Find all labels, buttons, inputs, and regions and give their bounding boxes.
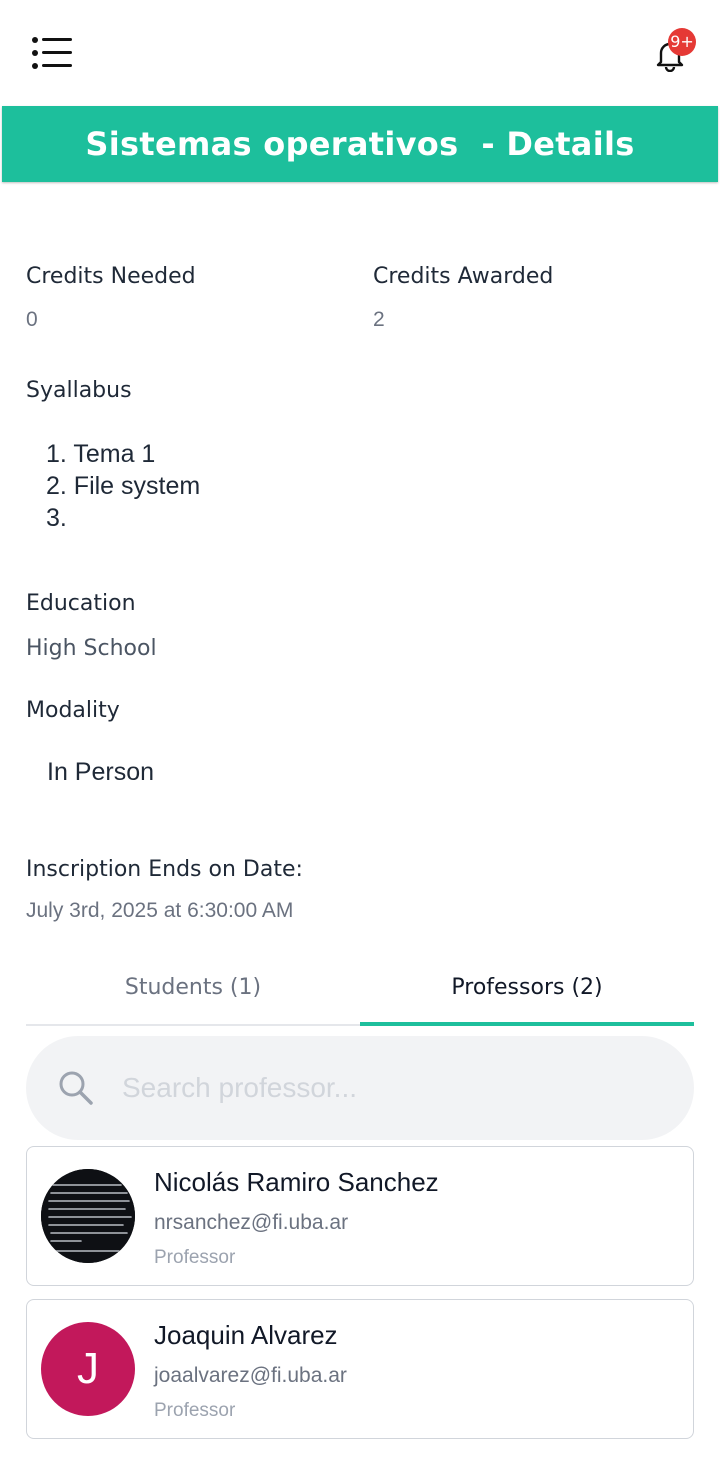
professor-name: Joaquin Alvarez (154, 1320, 338, 1350)
professor-card[interactable]: J Joaquin Alvarez joaalvarez@fi.uba.ar P… (26, 1299, 694, 1439)
credits-needed-value: 0 (26, 308, 38, 331)
professor-email: joaalvarez@fi.uba.ar (154, 1364, 347, 1387)
avatar-photo (41, 1169, 135, 1263)
credits-needed-label: Credits Needed (26, 264, 196, 289)
syllabus-item: 2. File system (46, 472, 201, 500)
professor-role: Professor (154, 1400, 236, 1421)
top-bar: 9+ (0, 0, 720, 104)
notifications-button[interactable]: 9+ (652, 28, 696, 74)
page-title: Sistemas operativos - Details (85, 125, 635, 163)
modality-value: In Person (47, 758, 155, 786)
people-tabs: Students (1) Professors (2) (26, 960, 694, 1026)
search-bar (26, 1036, 694, 1140)
education-label: Education (26, 591, 136, 616)
professor-email: nrsanchez@fi.uba.ar (154, 1211, 349, 1234)
syllabus-label: Syallabus (26, 378, 132, 403)
notification-badge: 9+ (668, 28, 696, 56)
syllabus-item: 1. Tema 1 (46, 440, 156, 468)
search-input[interactable] (122, 1062, 662, 1114)
avatar (41, 1169, 135, 1263)
professor-role: Professor (154, 1247, 236, 1268)
credits-awarded-label: Credits Awarded (373, 264, 554, 289)
inscription-date: July 3rd, 2025 at 6:30:00 AM (26, 899, 294, 922)
education-value: High School (26, 636, 157, 661)
credits-awarded-value: 2 (373, 308, 385, 331)
tab-students[interactable]: Students (1) (26, 960, 360, 1024)
page-title-banner: Sistemas operativos - Details (2, 106, 718, 182)
syllabus-item: 3. (46, 504, 67, 532)
active-tab-indicator (360, 1022, 694, 1026)
professor-name: Nicolás Ramiro Sanchez (154, 1167, 439, 1197)
menu-icon[interactable] (30, 36, 74, 70)
avatar: J (41, 1322, 135, 1416)
inscription-label: Inscription Ends on Date: (26, 857, 303, 882)
syllabus-list: 1. Tema 1 2. File system 3. (46, 438, 200, 534)
modality-label: Modality (26, 698, 120, 723)
professor-card[interactable]: Nicolás Ramiro Sanchez nrsanchez@fi.uba.… (26, 1146, 694, 1286)
tab-professors[interactable]: Professors (2) (360, 960, 694, 1024)
search-icon (59, 1071, 93, 1105)
